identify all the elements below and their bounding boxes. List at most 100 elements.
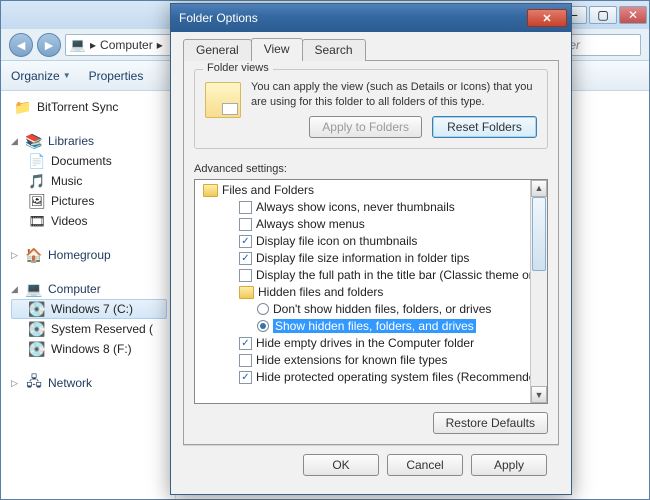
maximize-button[interactable]: ▢ xyxy=(589,6,617,24)
tree-item[interactable]: Don't show hidden files, folders, or dri… xyxy=(199,301,528,318)
dialog-button-row: OK Cancel Apply xyxy=(183,445,559,484)
tree-item-label: Hide extensions for known file types xyxy=(256,353,447,367)
tree-item-label: Always show menus xyxy=(256,217,365,231)
tree-item[interactable]: Display file icon on thumbnails xyxy=(199,233,528,250)
homegroup-icon: 🏠 xyxy=(26,247,42,263)
checkbox[interactable] xyxy=(239,235,252,248)
expand-icon: ▷ xyxy=(11,250,20,261)
sidebar-item-pictures[interactable]: 🖼Pictures xyxy=(11,191,175,211)
checkbox[interactable] xyxy=(239,252,252,265)
network-icon: 🖧 xyxy=(26,375,42,391)
pictures-icon: 🖼 xyxy=(29,193,45,209)
checkbox[interactable] xyxy=(239,269,252,282)
tree-item-label: Always show icons, never thumbnails xyxy=(256,200,455,214)
folder-icon: 📁 xyxy=(15,99,31,115)
tab-view[interactable]: View xyxy=(251,38,303,61)
reset-folders-button[interactable]: Reset Folders xyxy=(432,116,537,138)
tree-item[interactable]: Show hidden files, folders, and drives xyxy=(199,318,528,335)
sidebar-item-drive-reserved[interactable]: 💽System Reserved ( xyxy=(11,319,175,339)
cancel-button[interactable]: Cancel xyxy=(387,454,463,476)
sidebar-item-drive-c[interactable]: 💽Windows 7 (C:) xyxy=(11,299,167,319)
documents-icon: 📄 xyxy=(29,153,45,169)
drive-icon: 💽 xyxy=(29,341,45,357)
drive-icon: 💽 xyxy=(29,321,45,337)
advanced-settings-tree: Files and FoldersAlways show icons, neve… xyxy=(194,179,548,404)
tree-item[interactable]: Always show menus xyxy=(199,216,528,233)
tree-item-label: Hidden files and folders xyxy=(258,285,383,299)
checkbox[interactable] xyxy=(239,354,252,367)
tree-item-label: Show hidden files, folders, and drives xyxy=(273,319,476,333)
tree-body[interactable]: Files and FoldersAlways show icons, neve… xyxy=(195,180,530,403)
computer-icon: 💻 xyxy=(70,37,86,53)
apply-to-folders-button[interactable]: Apply to Folders xyxy=(309,116,422,138)
forward-button[interactable]: ► xyxy=(37,33,61,57)
folder-views-description: You can apply the view (such as Details … xyxy=(251,80,537,110)
sidebar-head-computer[interactable]: ◢ 💻 Computer xyxy=(11,279,175,299)
folder-views-icon xyxy=(205,82,241,118)
dialog-title: Folder Options xyxy=(179,11,258,25)
restore-defaults-button[interactable]: Restore Defaults xyxy=(433,412,548,434)
sidebar-item-bittorrent[interactable]: 📁 BitTorrent Sync xyxy=(11,97,175,117)
tree-item[interactable]: Hidden files and folders xyxy=(199,284,528,301)
sidebar-item-documents[interactable]: 📄Documents xyxy=(11,151,175,171)
tree-root[interactable]: Files and Folders xyxy=(199,182,528,199)
expand-icon: ▷ xyxy=(11,378,20,389)
tree-item-label: Hide protected operating system files (R… xyxy=(256,370,530,384)
scroll-track[interactable] xyxy=(531,197,547,386)
tree-item-label: Display file size information in folder … xyxy=(256,251,469,265)
dialog-close-button[interactable]: ✕ xyxy=(527,9,567,27)
tree-item[interactable]: Hide empty drives in the Computer folder xyxy=(199,335,528,352)
sidebar-item-videos[interactable]: 🎞Videos xyxy=(11,211,175,231)
scroll-thumb[interactable] xyxy=(532,197,546,271)
tree-item-label: Hide empty drives in the Computer folder xyxy=(256,336,474,350)
checkbox[interactable] xyxy=(239,201,252,214)
computer-icon: 💻 xyxy=(26,281,42,297)
sidebar-item-drive-f[interactable]: 💽Windows 8 (F:) xyxy=(11,339,175,359)
radio[interactable] xyxy=(257,320,269,332)
folder-options-dialog: Folder Options ✕ General View Search Fol… xyxy=(170,3,572,495)
close-button[interactable]: ✕ xyxy=(619,6,647,24)
back-button[interactable]: ◄ xyxy=(9,33,33,57)
tab-general[interactable]: General xyxy=(183,39,252,61)
folder-icon xyxy=(239,286,254,299)
advanced-settings-label: Advanced settings: xyxy=(194,163,548,175)
organize-menu[interactable]: Organize▼ xyxy=(11,69,71,83)
checkbox[interactable] xyxy=(239,337,252,350)
tree-item[interactable]: Display the full path in the title bar (… xyxy=(199,267,528,284)
sidebar-head-homegroup[interactable]: ▷ 🏠 Homegroup xyxy=(11,245,175,265)
tree-item[interactable]: Hide extensions for known file types xyxy=(199,352,528,369)
checkbox[interactable] xyxy=(239,218,252,231)
tree-item[interactable]: Display file size information in folder … xyxy=(199,250,528,267)
checkbox[interactable] xyxy=(239,371,252,384)
ok-button[interactable]: OK xyxy=(303,454,379,476)
folder-views-label: Folder views xyxy=(203,62,273,74)
videos-icon: 🎞 xyxy=(29,213,45,229)
tab-search[interactable]: Search xyxy=(302,39,366,61)
breadcrumb[interactable]: Computer xyxy=(100,38,153,52)
sidebar-head-network[interactable]: ▷ 🖧 Network xyxy=(11,373,175,393)
music-icon: 🎵 xyxy=(29,173,45,189)
expand-icon: ◢ xyxy=(11,284,20,295)
dialog-titlebar[interactable]: Folder Options ✕ xyxy=(171,4,571,32)
libraries-icon: 📚 xyxy=(26,133,42,149)
scroll-up-button[interactable]: ▲ xyxy=(531,180,547,197)
apply-button[interactable]: Apply xyxy=(471,454,547,476)
tab-strip: General View Search xyxy=(183,38,559,60)
radio[interactable] xyxy=(257,303,269,315)
scrollbar[interactable]: ▲ ▼ xyxy=(530,180,547,403)
tab-panel-view: Folder views You can apply the view (suc… xyxy=(183,60,559,445)
expand-icon: ◢ xyxy=(11,136,20,147)
tree-item[interactable]: Always show icons, never thumbnails xyxy=(199,199,528,216)
tree-item[interactable]: Hide protected operating system files (R… xyxy=(199,369,528,386)
navigation-pane: 📁 BitTorrent Sync ◢ 📚 Libraries 📄Documen… xyxy=(1,91,176,499)
sidebar-head-libraries[interactable]: ◢ 📚 Libraries xyxy=(11,131,175,151)
sidebar-item-music[interactable]: 🎵Music xyxy=(11,171,175,191)
tree-item-label: Display file icon on thumbnails xyxy=(256,234,417,248)
drive-icon: 💽 xyxy=(29,301,45,317)
folder-icon xyxy=(203,184,218,197)
tree-item-label: Display the full path in the title bar (… xyxy=(256,268,530,282)
folder-views-group: Folder views You can apply the view (suc… xyxy=(194,69,548,149)
tree-item-label: Don't show hidden files, folders, or dri… xyxy=(273,302,491,316)
scroll-down-button[interactable]: ▼ xyxy=(531,386,547,403)
properties-button[interactable]: Properties xyxy=(89,69,144,83)
